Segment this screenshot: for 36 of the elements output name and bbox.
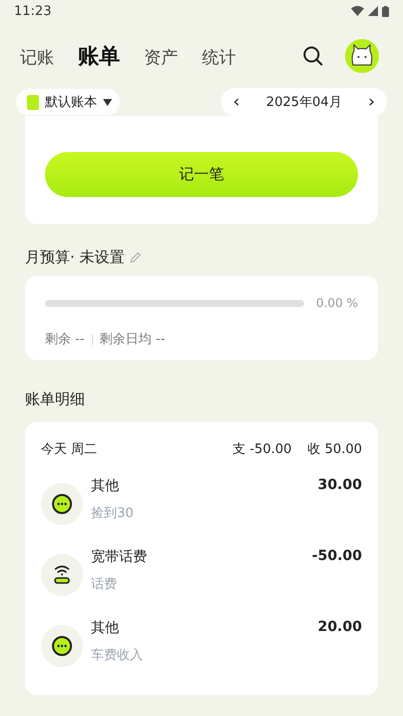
previous-month-button[interactable]: ‹ [233, 94, 240, 110]
signal-icon [368, 6, 378, 16]
more-dots-icon [41, 625, 83, 667]
nav-tab[interactable]: 账单 [78, 42, 120, 70]
entry-category: 其他 [91, 477, 120, 495]
entry-note: 捡到30 [91, 505, 135, 522]
book-selector[interactable]: 默认账本 [16, 89, 120, 115]
daily-remaining-text: 剩余日均 -- [100, 331, 166, 348]
entry-amount: 20.00 [318, 619, 362, 635]
entry-category: 其他 [91, 619, 120, 637]
entry-amount: 30.00 [318, 477, 362, 493]
record-button[interactable]: 记一笔 [45, 152, 358, 197]
more-dots-icon [41, 483, 83, 525]
nav-tab[interactable]: 记账 [20, 46, 54, 69]
next-month-button[interactable]: › [368, 94, 375, 110]
remaining-text: 剩余 -- [45, 331, 85, 348]
status-time: 11:23 [14, 4, 52, 18]
battery-icon [382, 6, 389, 16]
entry-note: 车费收入 [91, 647, 144, 664]
cat-avatar-icon[interactable] [345, 39, 379, 73]
entry-category: 宽带话费 [91, 548, 148, 566]
details-title: 账单明细 [25, 390, 85, 408]
month-label: 2025年04月 [266, 94, 342, 111]
day-label: 今天 周二 [41, 441, 98, 458]
caret-icon [103, 98, 112, 106]
entry-note: 话费 [91, 576, 118, 593]
wifi-icon [351, 6, 364, 16]
day-income: 收 50.00 [308, 441, 362, 458]
nav-tab[interactable]: 统计 [202, 46, 236, 69]
router-icon [41, 554, 83, 596]
budget-percent: 0.00 % [316, 296, 358, 310]
search-icon[interactable] [303, 46, 323, 66]
entry-amount: -50.00 [312, 548, 362, 564]
budget-title: 月预算· 未设置 [25, 248, 125, 266]
day-expense: 支 -50.00 [232, 441, 292, 458]
nav-tab[interactable]: 资产 [144, 46, 178, 69]
